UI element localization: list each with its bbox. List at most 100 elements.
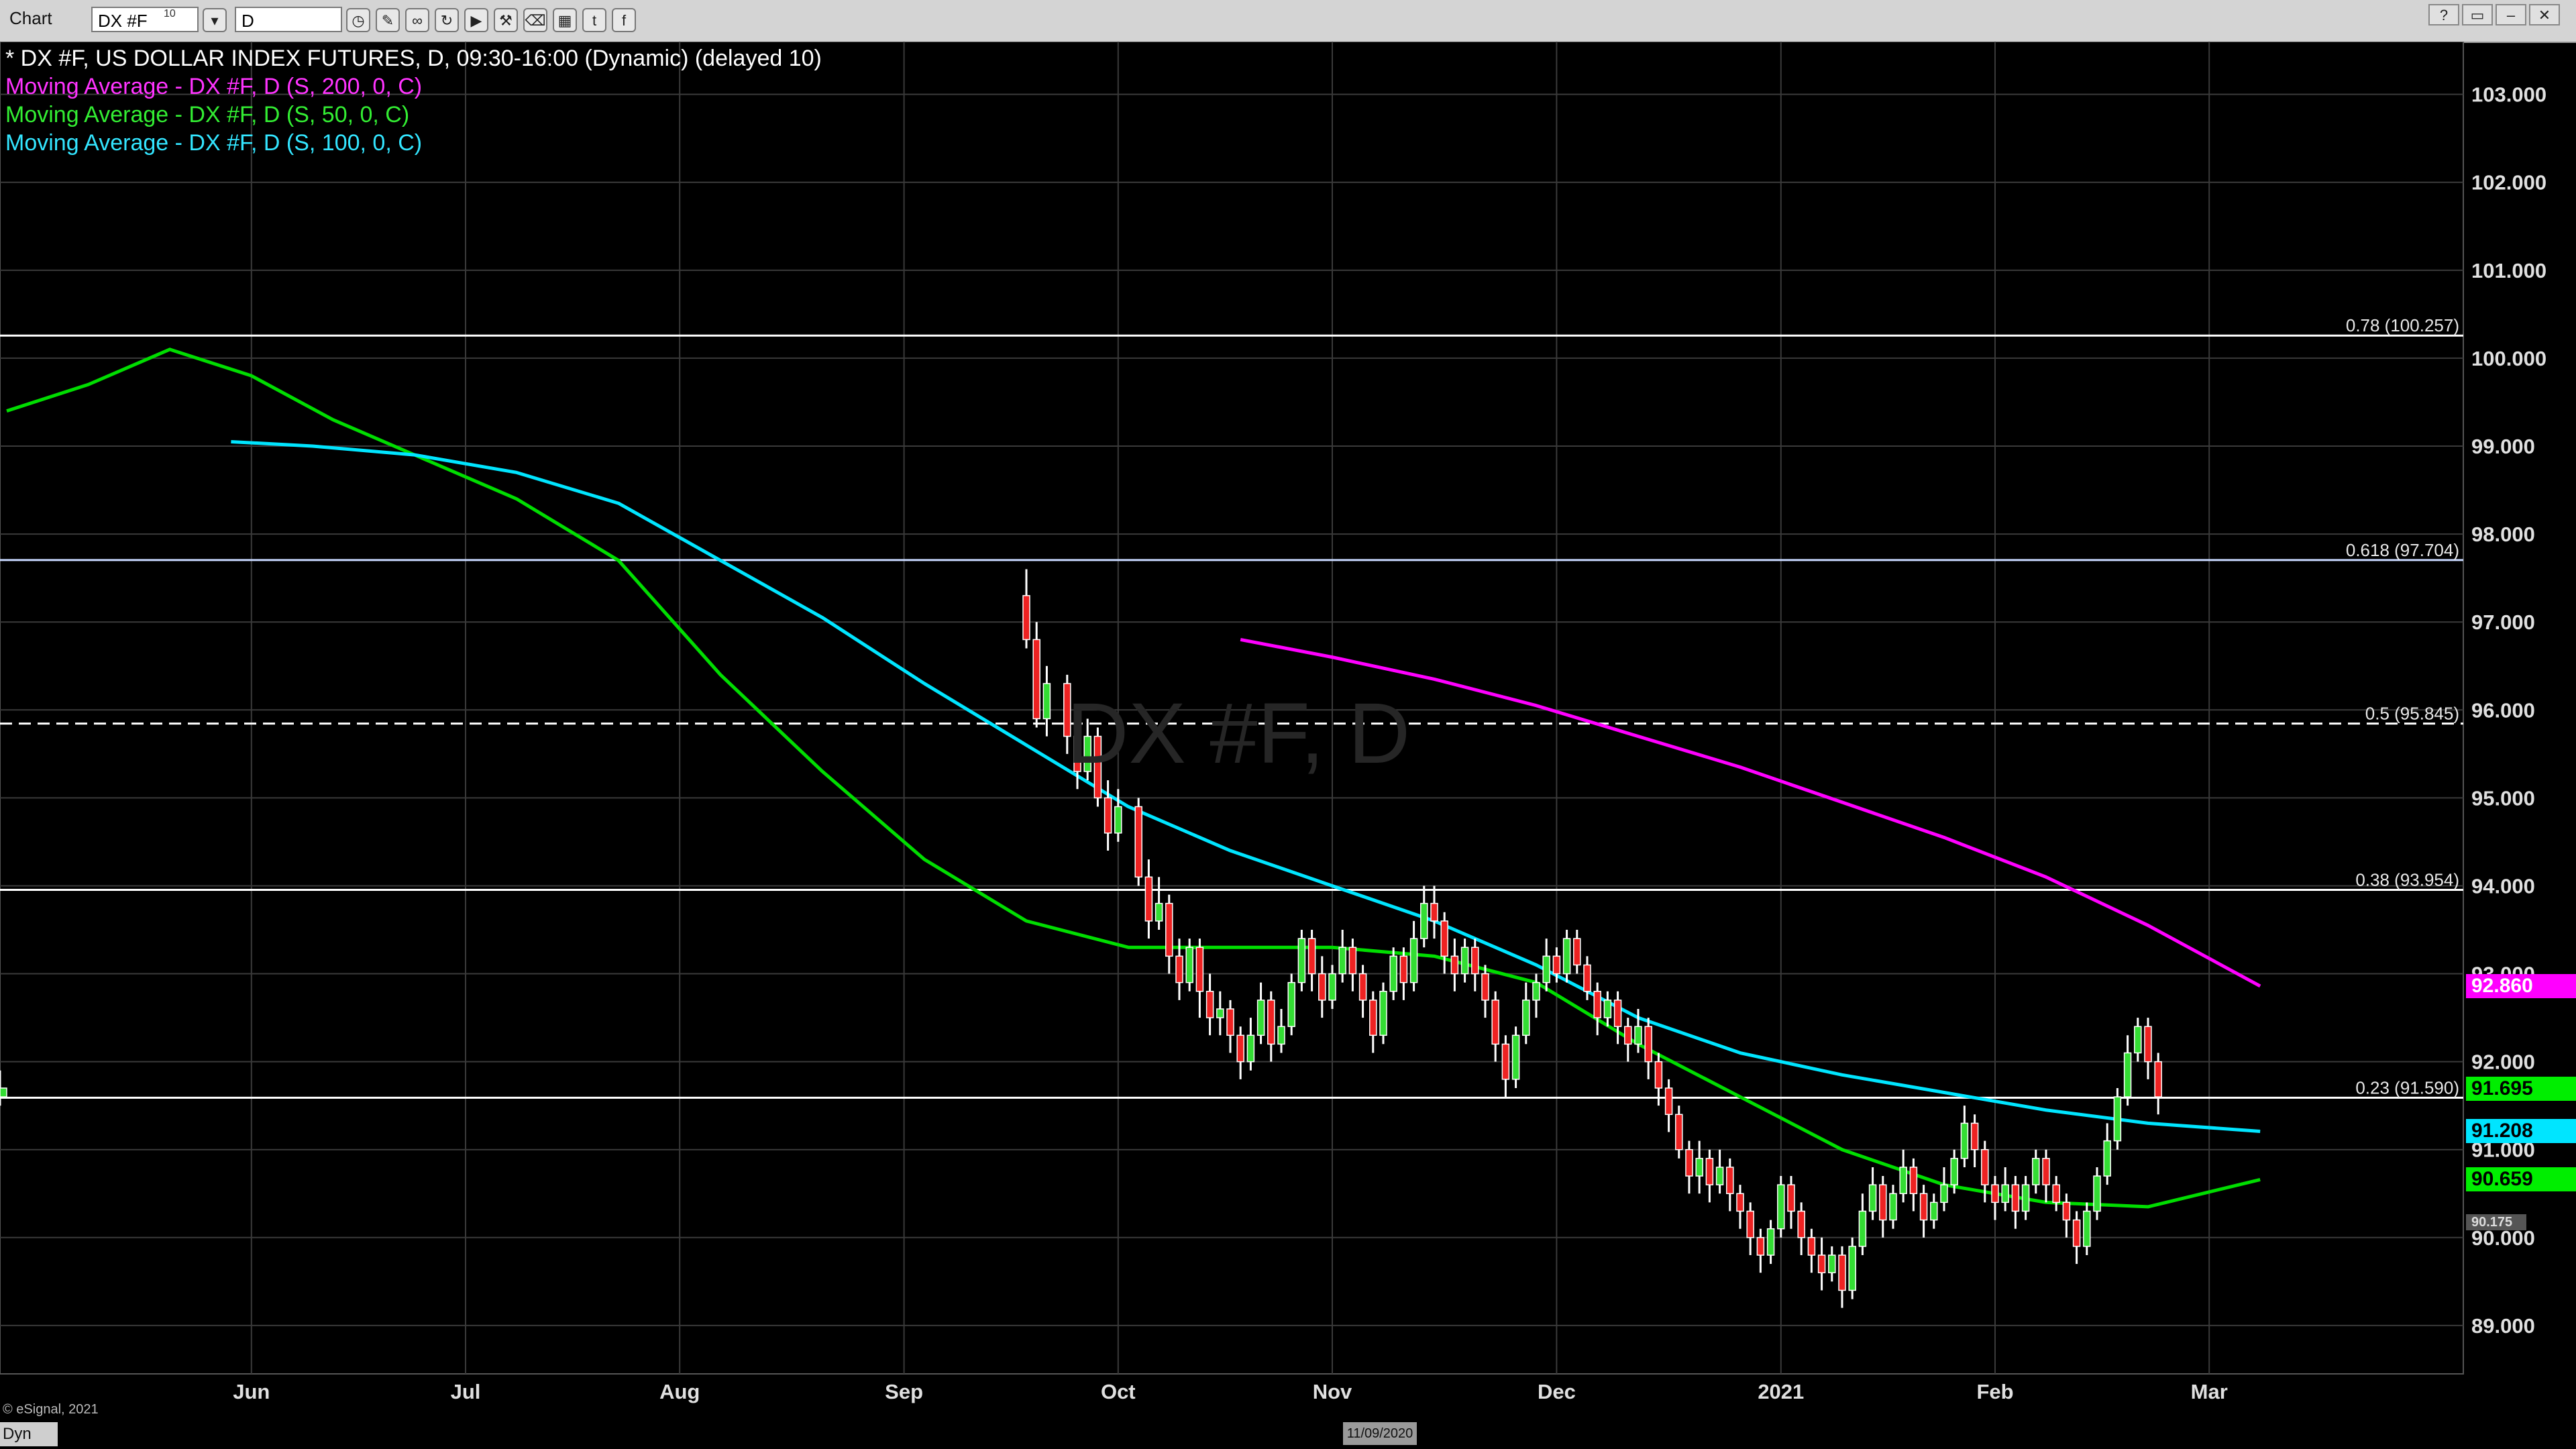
x-tick-label: Feb bbox=[1976, 1380, 2013, 1403]
interval-input[interactable]: D bbox=[235, 7, 342, 32]
twitter-icon[interactable]: t bbox=[582, 8, 606, 32]
x-tick-label: Jun bbox=[233, 1380, 270, 1403]
candle-body bbox=[1460, 947, 1469, 975]
candle-body bbox=[1756, 1237, 1765, 1256]
candle-body bbox=[1583, 964, 1591, 992]
candle-body bbox=[2042, 1158, 2050, 1185]
candle-body bbox=[1848, 1246, 1856, 1291]
candle-body bbox=[1613, 1000, 1622, 1027]
price-label: 92.860 bbox=[2466, 973, 2576, 998]
candle-body bbox=[1389, 955, 1397, 992]
pencil-icon[interactable]: ✎ bbox=[376, 8, 400, 32]
candle-body bbox=[1868, 1184, 1877, 1212]
eraser-icon[interactable]: ⌫ bbox=[523, 8, 547, 32]
candle-body bbox=[1104, 797, 1112, 834]
symbol-input[interactable]: DX #F bbox=[91, 7, 199, 32]
candle-body bbox=[1267, 1000, 1275, 1045]
candle-body bbox=[1603, 1000, 1612, 1018]
candle-body bbox=[1155, 902, 1163, 922]
y-tick-label: 99.000 bbox=[2471, 435, 2535, 458]
candle-body bbox=[1032, 639, 1040, 720]
candle-body bbox=[1970, 1122, 1979, 1150]
chart-toolbar: Chart DX #F 10 ▾ D ◷ ✎ ∞ ↻ ▶ ⚒ ⌫ ▦ t f ?… bbox=[0, 0, 2576, 43]
candle-body bbox=[2113, 1096, 2122, 1142]
candle-body bbox=[2083, 1210, 2091, 1247]
candle-body bbox=[2144, 1026, 2152, 1063]
x-tick-label: Dec bbox=[1538, 1380, 1576, 1403]
x-tick-label: Oct bbox=[1101, 1380, 1136, 1403]
candle-body bbox=[1175, 955, 1183, 983]
candle-body bbox=[1430, 902, 1438, 922]
y-tick-label: 96.000 bbox=[2471, 698, 2535, 722]
candle-body bbox=[2123, 1052, 2132, 1097]
y-tick-label: 97.000 bbox=[2471, 610, 2535, 634]
y-tick-label: 89.000 bbox=[2471, 1314, 2535, 1338]
candle-body bbox=[1399, 955, 1408, 983]
candle-body bbox=[2154, 1061, 2162, 1097]
close-button[interactable]: ✕ bbox=[2529, 4, 2560, 25]
candle-body bbox=[1379, 991, 1387, 1036]
candle-body bbox=[1348, 947, 1357, 975]
fib-level-label: 0.5 (95.845) bbox=[2365, 704, 2459, 724]
dynamic-mode-button[interactable]: Dyn bbox=[0, 1422, 58, 1446]
candle-body bbox=[1644, 1026, 1652, 1063]
candle-body bbox=[1471, 947, 1479, 975]
candle-body bbox=[1287, 981, 1295, 1027]
candle-body bbox=[1491, 1000, 1499, 1045]
facebook-icon[interactable]: f bbox=[612, 8, 636, 32]
copyright-text: © eSignal, 2021 bbox=[3, 1402, 99, 1417]
candle-body bbox=[2011, 1184, 2020, 1212]
candle-body bbox=[1787, 1184, 1795, 1212]
candle-body bbox=[2001, 1184, 2009, 1203]
candle-body bbox=[2032, 1158, 2040, 1185]
candle-body bbox=[1369, 1000, 1377, 1036]
legend-ma200[interactable]: Moving Average - DX #F, D (S, 200, 0, C) bbox=[5, 74, 422, 100]
candle-body bbox=[1960, 1122, 1969, 1159]
cursor-date-tag: 11/09/2020 bbox=[1343, 1422, 1417, 1445]
candle-body bbox=[1318, 973, 1326, 1001]
help-button[interactable]: ? bbox=[2428, 4, 2459, 25]
candle-body bbox=[1195, 947, 1204, 992]
price-label: 90.175 bbox=[2466, 1214, 2526, 1230]
fib-level-label: 0.618 (97.704) bbox=[2346, 540, 2459, 560]
tools-icon[interactable]: ⚒ bbox=[494, 8, 518, 32]
candle-body bbox=[1226, 1008, 1234, 1036]
minimize-button[interactable]: – bbox=[2496, 4, 2526, 25]
refresh-icon[interactable]: ↻ bbox=[435, 8, 459, 32]
candle-body bbox=[1634, 1026, 1642, 1045]
candle-body bbox=[2093, 1175, 2101, 1212]
candle-body bbox=[1940, 1184, 1948, 1203]
candle-body bbox=[1654, 1061, 1663, 1089]
candle-body bbox=[1440, 920, 1448, 957]
restore-button[interactable]: ▭ bbox=[2462, 4, 2493, 25]
legend-ma50[interactable]: Moving Average - DX #F, D (S, 50, 0, C) bbox=[5, 102, 409, 128]
y-tick-label: 94.000 bbox=[2471, 874, 2535, 898]
candle-body bbox=[1542, 955, 1550, 983]
candle-body bbox=[1705, 1158, 1714, 1185]
chart-window-title: Chart bbox=[9, 8, 52, 28]
legend-ma100[interactable]: Moving Average - DX #F, D (S, 100, 0, C) bbox=[5, 130, 422, 156]
link-icon[interactable]: ∞ bbox=[405, 8, 429, 32]
y-tick-label: 98.000 bbox=[2471, 523, 2535, 546]
x-tick-label: 2021 bbox=[1758, 1380, 1804, 1403]
layout-icon[interactable]: ▦ bbox=[553, 8, 577, 32]
candle-body bbox=[1144, 876, 1153, 922]
clock-icon[interactable]: ◷ bbox=[346, 8, 370, 32]
candle-body bbox=[1736, 1193, 1744, 1212]
candle-body bbox=[1114, 806, 1122, 834]
candle-body bbox=[1695, 1158, 1703, 1177]
candle-body bbox=[1879, 1184, 1887, 1221]
candle-body bbox=[0, 1087, 7, 1097]
symbol-dropdown-icon[interactable]: ▾ bbox=[203, 8, 227, 32]
play-icon[interactable]: ▶ bbox=[464, 8, 488, 32]
candle-body bbox=[2021, 1184, 2030, 1212]
x-tick-label: Sep bbox=[885, 1380, 923, 1403]
y-tick-label: 92.000 bbox=[2471, 1051, 2535, 1074]
candle-body bbox=[1981, 1148, 1989, 1185]
candle-body bbox=[1889, 1193, 1897, 1221]
candle-body bbox=[1328, 973, 1336, 1001]
candle-body bbox=[1481, 973, 1489, 1001]
candle-body bbox=[1511, 1034, 1520, 1080]
candle-body bbox=[1746, 1210, 1754, 1238]
candle-body bbox=[1715, 1167, 1724, 1185]
